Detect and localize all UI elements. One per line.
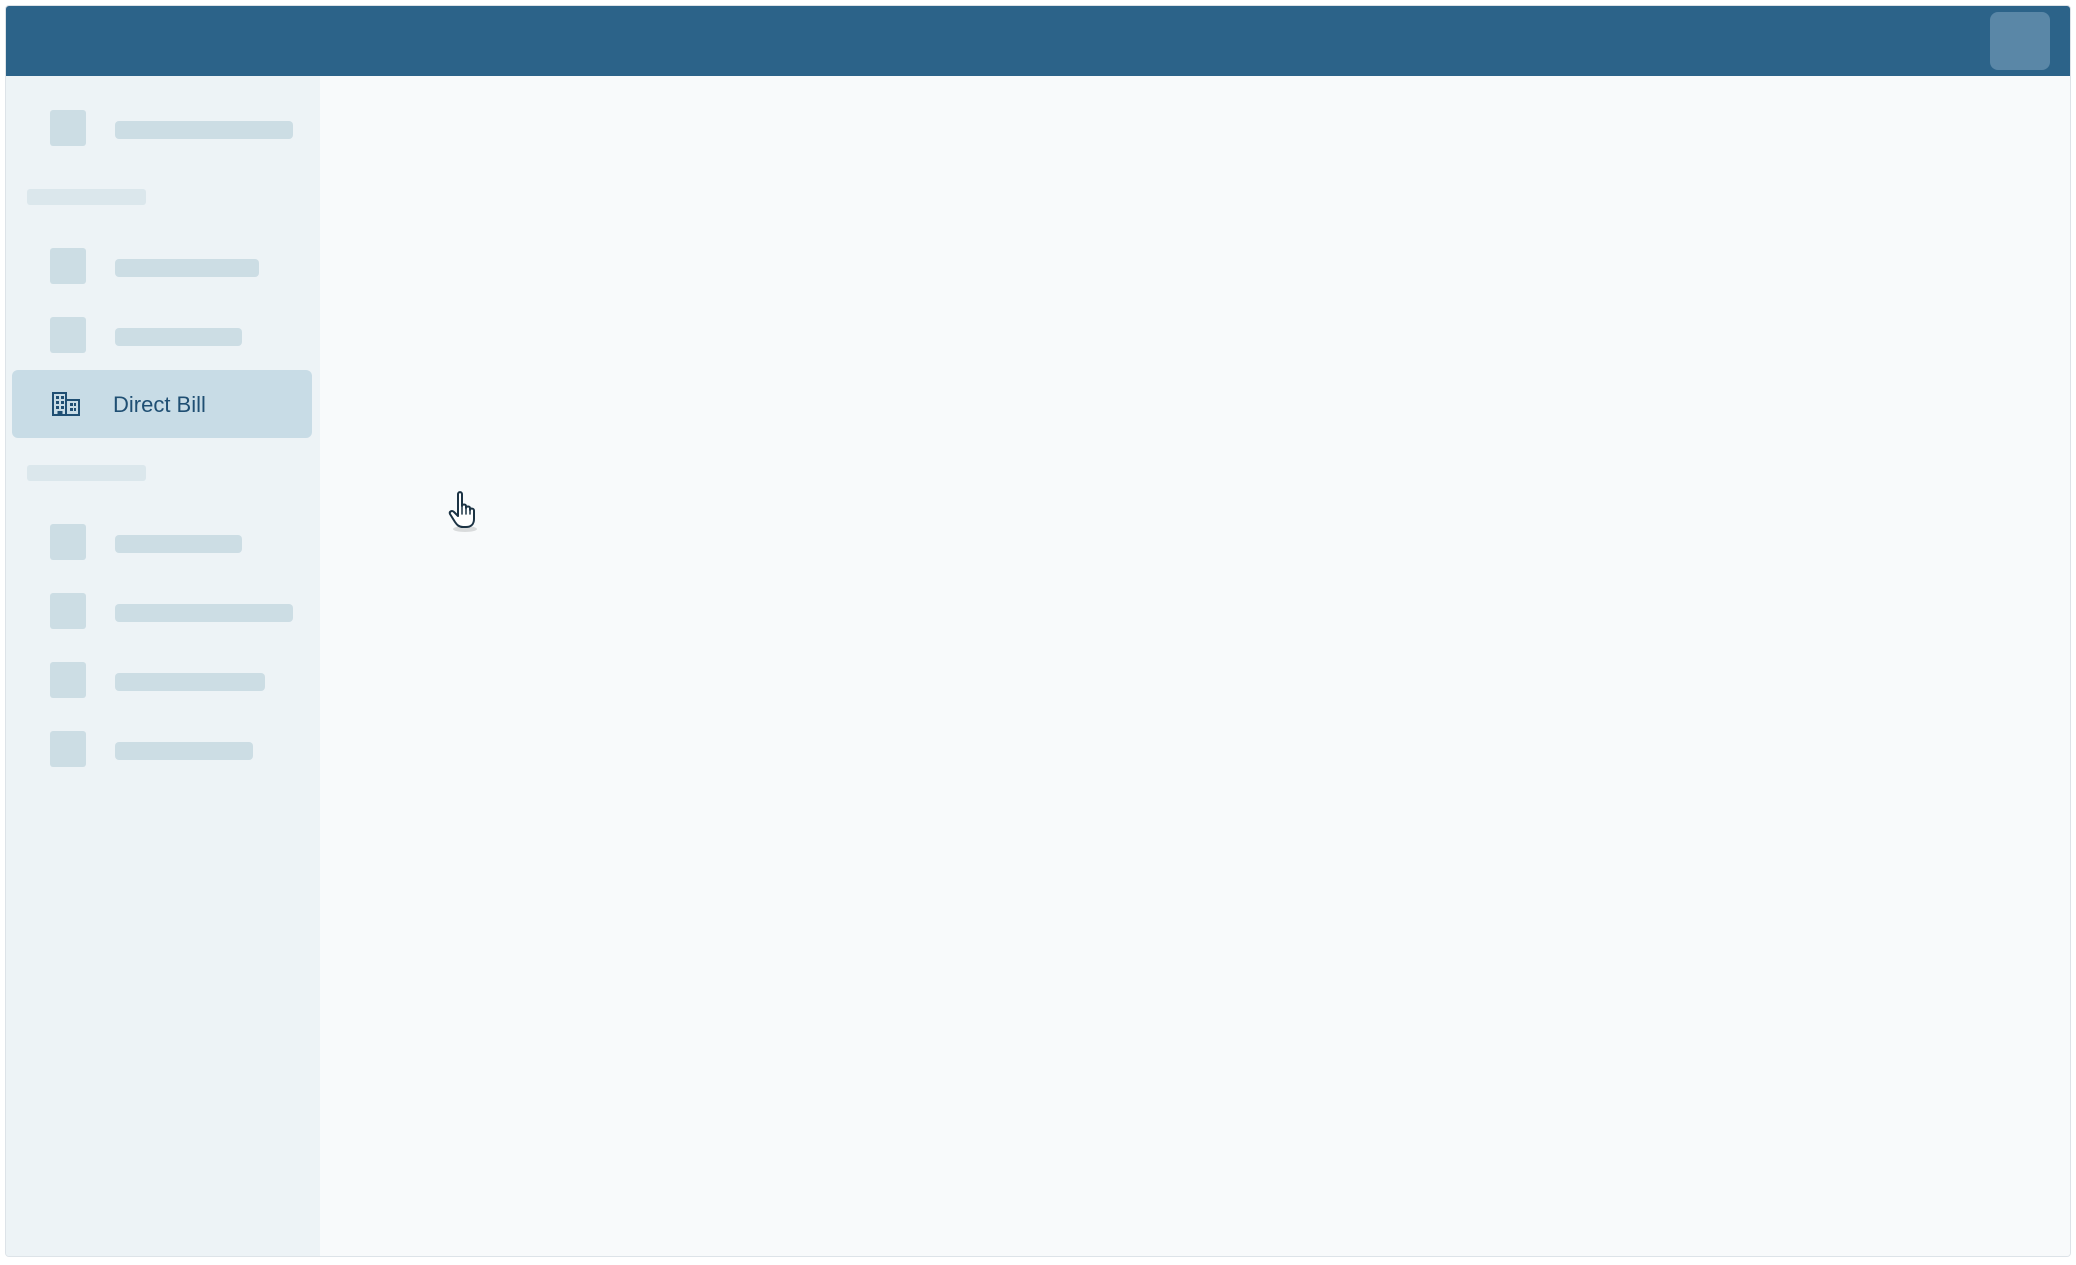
building-icon (52, 392, 80, 416)
placeholder-icon (50, 524, 86, 560)
placeholder-label (115, 535, 242, 553)
placeholder-label (115, 673, 265, 691)
top-bar-action-button[interactable] (1990, 12, 2050, 70)
main-content-area (320, 76, 2070, 1256)
sidebar-item-placeholder[interactable] (6, 576, 320, 645)
placeholder-label (115, 742, 253, 760)
placeholder-icon (50, 731, 86, 767)
placeholder-icon (50, 317, 86, 353)
placeholder-label (115, 259, 259, 277)
sidebar-item-label: Direct Bill (113, 392, 206, 417)
pointer-cursor-icon (448, 491, 477, 532)
placeholder-icon (50, 248, 86, 284)
sidebar-item-placeholder[interactable] (6, 645, 320, 714)
sidebar-section-heading-placeholder (27, 465, 146, 481)
placeholder-icon (50, 662, 86, 698)
placeholder-icon (50, 110, 86, 146)
sidebar-section-heading-placeholder (27, 189, 146, 205)
placeholder-label (115, 328, 242, 346)
sidebar-item-placeholder[interactable] (6, 231, 320, 300)
placeholder-label (115, 121, 293, 139)
sidebar: Direct Bill (6, 76, 320, 1256)
app-window: Direct Bill (5, 5, 2071, 1257)
sidebar-item-direct-bill[interactable]: Direct Bill (12, 370, 312, 438)
placeholder-label (115, 604, 293, 622)
sidebar-item-placeholder[interactable] (6, 714, 320, 783)
sidebar-item-placeholder[interactable] (6, 300, 320, 369)
sidebar-item-placeholder[interactable] (6, 507, 320, 576)
top-bar (6, 6, 2070, 76)
placeholder-icon (50, 593, 86, 629)
sidebar-item-placeholder[interactable] (6, 93, 320, 162)
